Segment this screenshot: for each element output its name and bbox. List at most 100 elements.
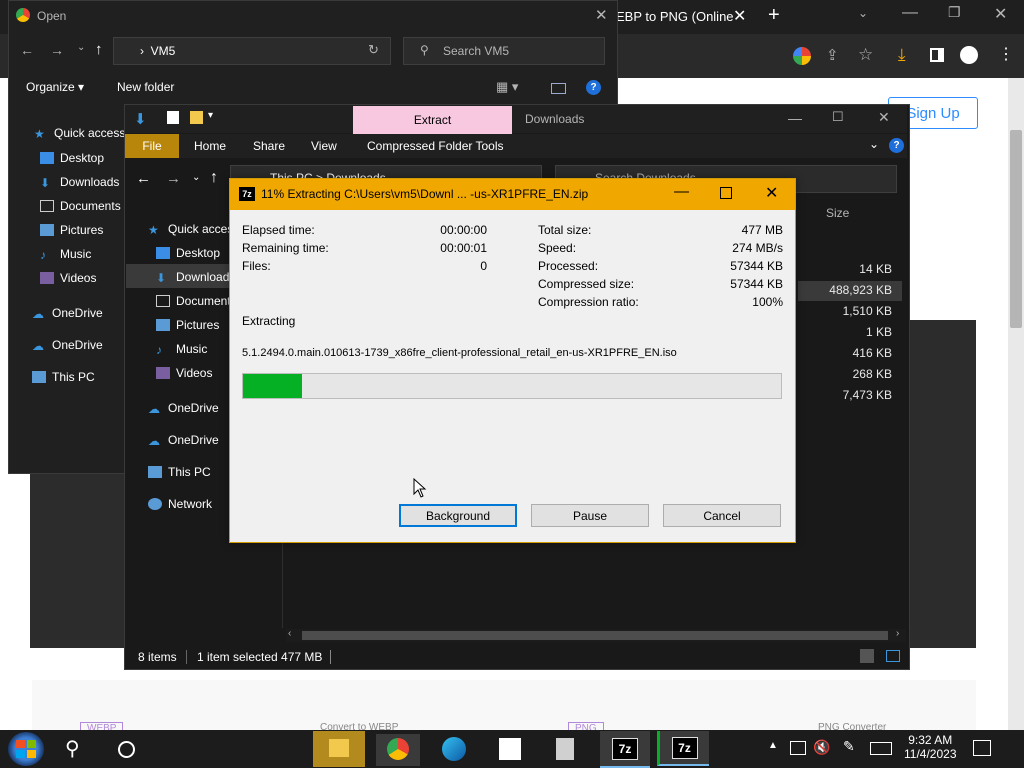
file-size[interactable]: 1 KB (802, 325, 892, 346)
scroll-left-icon[interactable]: ‹ (288, 628, 291, 639)
page-scroll-thumb[interactable] (1010, 130, 1022, 328)
explorer-nav-onedrive-1[interactable]: ☁ OneDrive (148, 392, 219, 424)
file-size[interactable]: 1,510 KB (802, 304, 892, 325)
explorer-nav-music[interactable]: ♪ Music (156, 337, 237, 361)
google-icon[interactable] (793, 47, 811, 65)
show-hidden-icons[interactable]: ▲ (768, 740, 778, 751)
quick-access-toolbar-icon[interactable]: ▾ (208, 110, 213, 121)
open-nav-onedrive-1[interactable]: ☁ OneDrive (32, 297, 103, 329)
file-size[interactable]: 416 KB (802, 346, 892, 367)
close-window-icon[interactable]: ✕ (994, 4, 1007, 24)
extract-ribbon-tab[interactable]: Extract (353, 106, 512, 134)
chrome-taskbar-icon (387, 738, 409, 760)
forward-arrow-icon[interactable]: → (50, 42, 64, 58)
taskbar-7zip-button-1[interactable]: 7z (600, 731, 650, 768)
open-nav-downloads[interactable]: ⬇ Downloads (40, 170, 121, 194)
star-icon[interactable]: ☆ (858, 45, 873, 65)
edge-taskbar-icon[interactable] (442, 737, 466, 761)
properties-icon[interactable] (167, 111, 179, 124)
explorer-maximize-icon[interactable]: ☐ (832, 109, 844, 125)
file-size[interactable]: 488,923 KB (802, 283, 892, 304)
profile-icon[interactable] (960, 46, 978, 64)
dialog-minimize-icon[interactable]: — (674, 183, 689, 200)
share-tab[interactable]: Share (253, 139, 285, 153)
compressed-tools-tab[interactable]: Compressed Folder Tools (367, 139, 504, 153)
document-taskbar-icon[interactable] (556, 738, 574, 760)
pause-button[interactable]: Pause (531, 504, 649, 527)
explorer-nav-videos[interactable]: Videos (156, 361, 237, 385)
videos-icon (40, 272, 54, 284)
explorer-nav-onedrive-2[interactable]: ☁ OneDrive (148, 424, 219, 456)
explorer-nav-quick-access[interactable]: ★ Quick access (148, 217, 239, 241)
file-tab[interactable]: File (125, 134, 179, 158)
explorer-up-icon[interactable]: ↑ (210, 169, 218, 187)
file-size[interactable]: 268 KB (802, 367, 892, 388)
preview-pane-icon[interactable] (551, 83, 566, 94)
explorer-nav-pictures[interactable]: Pictures (156, 313, 237, 337)
open-nav-pictures[interactable]: Pictures (40, 218, 121, 242)
keyboard-icon[interactable] (870, 742, 892, 755)
file-size[interactable]: 7,473 KB (802, 388, 892, 409)
volume-muted-icon[interactable]: 🔇 (813, 739, 830, 756)
open-nav-videos[interactable]: Videos (40, 266, 121, 290)
file-size[interactable]: 14 KB (802, 262, 892, 283)
restore-icon[interactable]: ❐ (948, 4, 961, 21)
notifications-icon[interactable] (973, 740, 991, 756)
download-icon[interactable]: ⤓ (898, 45, 906, 65)
open-nav-music[interactable]: ♪ Music (40, 242, 121, 266)
taskbar-7zip-button-2[interactable]: 7z (657, 731, 709, 766)
open-nav-desktop[interactable]: Desktop (40, 146, 121, 170)
view-tab[interactable]: View (311, 139, 337, 153)
explorer-recent-icon[interactable]: ⌄ (192, 172, 200, 183)
help-icon[interactable]: ? (586, 80, 601, 95)
back-arrow-icon[interactable]: ← (20, 42, 34, 58)
horizontal-scroll-thumb[interactable] (302, 631, 888, 640)
home-tab[interactable]: Home (194, 139, 226, 153)
chevron-down-icon[interactable]: ⌄ (858, 6, 868, 20)
scroll-right-icon[interactable]: › (896, 628, 899, 639)
open-nav-documents[interactable]: Documents (40, 194, 121, 218)
explorer-nav-network[interactable]: Network (148, 488, 219, 520)
menu-icon[interactable]: ⋮ (998, 44, 1014, 64)
network-tray-icon[interactable] (790, 741, 806, 755)
open-nav-onedrive-2[interactable]: ☁ OneDrive (32, 329, 103, 361)
share-icon[interactable]: ⇪ (826, 46, 839, 64)
explorer-help-icon[interactable]: ? (889, 138, 904, 153)
open-nav-quick-access[interactable]: ★ Quick access (34, 122, 125, 144)
clock[interactable]: 9:32 AM 11/4/2023 (904, 733, 957, 761)
recent-chevron-icon[interactable]: ⌄ (77, 42, 85, 53)
pen-icon[interactable]: ✎ (843, 738, 855, 755)
folder-icon[interactable] (190, 111, 203, 124)
cortana-icon[interactable] (118, 741, 135, 758)
minimize-icon[interactable]: — (902, 4, 918, 22)
explorer-forward-icon[interactable]: → (166, 170, 181, 187)
dialog-close-icon[interactable]: ✕ (765, 183, 778, 203)
new-folder-button[interactable]: New folder (117, 80, 174, 94)
details-view-icon[interactable] (860, 649, 874, 663)
side-panel-icon[interactable] (930, 48, 944, 62)
close-tab-icon[interactable]: ✕ (733, 6, 746, 26)
store-taskbar-icon[interactable] (499, 738, 521, 760)
browser-tab-title[interactable]: EBP to PNG (Online (616, 9, 734, 24)
dialog-maximize-icon[interactable] (720, 187, 732, 199)
new-tab-icon[interactable]: + (768, 4, 780, 27)
ribbon-expand-icon[interactable]: ⌄ (869, 137, 879, 151)
background-button[interactable]: Background (399, 504, 517, 527)
explorer-nav-documents[interactable]: Documents (156, 289, 237, 313)
up-arrow-icon[interactable]: ↑ (95, 41, 103, 58)
size-column-header[interactable]: Size (826, 206, 849, 220)
explorer-minimize-icon[interactable]: — (788, 110, 802, 126)
large-icons-view-icon[interactable] (886, 650, 900, 662)
explorer-nav-this-pc[interactable]: This PC (148, 456, 219, 488)
view-options-icon[interactable]: ▦ ▾ (496, 79, 518, 95)
open-nav-this-pc[interactable]: This PC (32, 361, 103, 393)
cancel-button[interactable]: Cancel (663, 504, 781, 527)
search-taskbar-icon[interactable]: ⚲ (65, 736, 80, 761)
explorer-close-icon[interactable]: ✕ (878, 109, 890, 126)
organize-button[interactable]: Organize ▾ (26, 80, 84, 94)
explorer-nav-desktop[interactable]: Desktop (156, 241, 237, 265)
refresh-icon[interactable]: ↻ (368, 42, 379, 58)
open-dialog-close-icon[interactable]: ✕ (595, 6, 608, 24)
explorer-back-icon[interactable]: ← (136, 170, 151, 187)
explorer-nav-downloads[interactable]: ⬇ Downloads (156, 265, 237, 289)
